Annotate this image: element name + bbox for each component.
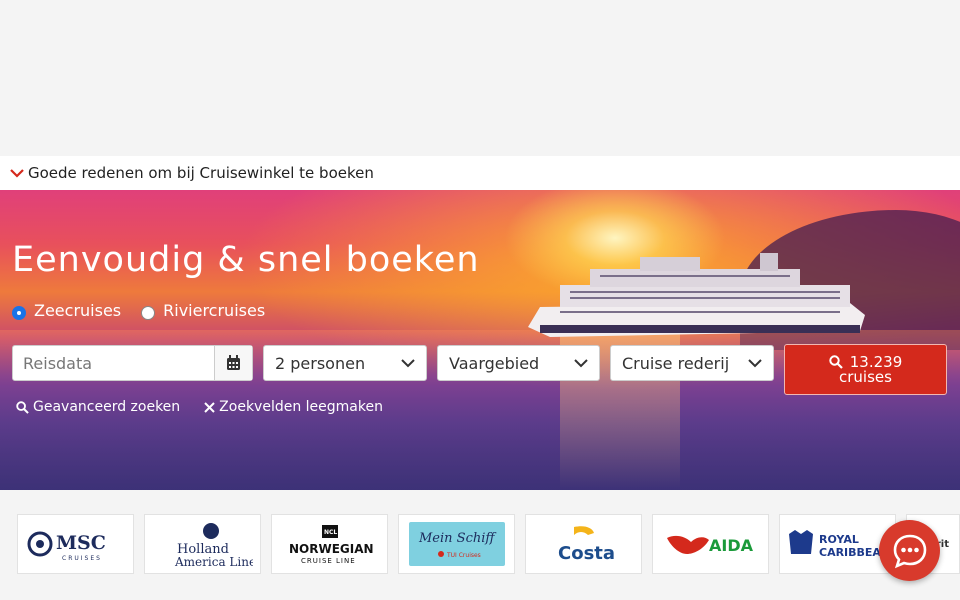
chat-button[interactable] bbox=[879, 520, 940, 581]
chevron-down-icon bbox=[401, 359, 415, 368]
cruise-line-select[interactable]: Cruise rederij bbox=[610, 345, 774, 381]
top-blank-area bbox=[0, 0, 960, 156]
brand-meinschiff-sub: TUI Cruises bbox=[446, 552, 481, 559]
brand-costa-name: Costa bbox=[558, 543, 615, 564]
brand-royal-name: ROYAL bbox=[819, 533, 859, 546]
costa-logo: Costa bbox=[558, 526, 615, 564]
holland-america-logo: Holland America Line bbox=[174, 523, 253, 569]
search-icon bbox=[829, 355, 843, 369]
cruise-type-selector: Zeecruises Riviercruises bbox=[12, 301, 285, 320]
area-value: Vaargebied bbox=[449, 353, 540, 373]
brand-ncl-badge: NCL bbox=[324, 529, 337, 536]
brand-msc-name: MSC bbox=[56, 532, 106, 554]
reasons-label: Goede redenen om bij Cruisewinkel te boe… bbox=[28, 164, 374, 182]
chevron-down-icon bbox=[748, 359, 762, 368]
mein-schiff-logo: Mein Schiff TUI Cruises bbox=[408, 522, 505, 566]
radio-riviercruises[interactable] bbox=[141, 305, 156, 320]
brand-norwegian-name: NORWEGIAN bbox=[289, 542, 374, 556]
chevron-down-icon bbox=[574, 359, 588, 368]
reasons-toggle[interactable]: Goede redenen om bij Cruisewinkel te boe… bbox=[0, 156, 960, 190]
radio-label-zeecruises[interactable]: Zeecruises bbox=[34, 301, 121, 320]
persons-value: 2 personen bbox=[275, 353, 366, 373]
date-field[interactable]: Reisdata bbox=[12, 345, 253, 381]
clear-fields-link[interactable]: Zoekvelden leegmaken bbox=[204, 399, 383, 415]
hero-title: Eenvoudig & snel boeken bbox=[12, 240, 480, 280]
persons-select[interactable]: 2 personen bbox=[263, 345, 427, 381]
brand-holland-sub: America Line bbox=[174, 555, 253, 569]
brand-logo-norwegian[interactable]: NCL NORWEGIAN CRUISE LINE bbox=[271, 514, 388, 574]
brand-logo-aida[interactable]: AIDA bbox=[652, 514, 769, 574]
royal-caribbean-logo: ROYAL CARIBBEAN bbox=[788, 530, 890, 559]
brand-logo-holland[interactable]: Holland America Line bbox=[144, 514, 261, 574]
search-button[interactable]: 13.239 cruises bbox=[784, 344, 947, 395]
clear-fields-label: Zoekvelden leegmaken bbox=[219, 399, 383, 415]
brand-msc-sub: CRUISES bbox=[62, 555, 102, 562]
search-links: Geavanceerd zoeken Zoekvelden leegmaken bbox=[16, 399, 407, 415]
close-icon bbox=[204, 401, 215, 413]
brand-norwegian-sub: CRUISE LINE bbox=[301, 557, 356, 565]
brand-logo-royal[interactable]: ROYAL CARIBBEAN bbox=[779, 514, 896, 574]
msc-logo: MSC CRUISES bbox=[27, 531, 106, 562]
calendar-button[interactable] bbox=[214, 346, 252, 380]
radio-zeecruises[interactable] bbox=[12, 305, 26, 320]
brand-logo-meinschiff[interactable]: Mein Schiff TUI Cruises bbox=[398, 514, 515, 574]
chat-bubble-icon bbox=[893, 534, 926, 568]
cruise-line-value: Cruise rederij bbox=[622, 353, 730, 373]
advanced-search-label: Geavanceerd zoeken bbox=[33, 399, 181, 415]
brand-logos: MSC CRUISES Holland America Line NCL NOR… bbox=[0, 490, 960, 600]
date-input[interactable]: Reisdata bbox=[13, 354, 214, 373]
brand-logo-msc[interactable]: MSC CRUISES bbox=[17, 514, 134, 574]
radio-label-riviercruises[interactable]: Riviercruises bbox=[163, 301, 265, 320]
chevron-down-icon bbox=[10, 169, 24, 178]
brand-aida-name: AIDA bbox=[709, 536, 754, 555]
brand-logo-costa[interactable]: Costa bbox=[525, 514, 642, 574]
aida-logo: AIDA bbox=[666, 535, 754, 555]
brand-meinschiff-name: Mein Schiff bbox=[418, 531, 497, 546]
advanced-search-link[interactable]: Geavanceerd zoeken bbox=[16, 399, 180, 415]
hero-banner: Eenvoudig & snel boeken Zeecruises Rivie… bbox=[0, 190, 960, 490]
norwegian-logo: NCL NORWEGIAN CRUISE LINE bbox=[289, 525, 374, 565]
cruise-ship-image bbox=[528, 253, 865, 337]
search-suffix: cruises bbox=[839, 367, 892, 386]
area-select[interactable]: Vaargebied bbox=[437, 345, 600, 381]
calendar-icon bbox=[227, 355, 240, 370]
search-icon bbox=[16, 400, 29, 414]
